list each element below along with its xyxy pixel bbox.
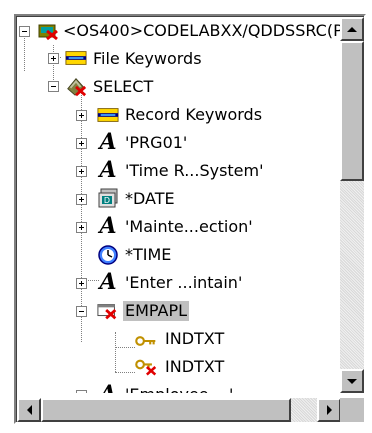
- tree-item-label: 'Time R...System': [125, 161, 264, 180]
- constant-text-icon: A: [97, 381, 119, 393]
- tree-item-time[interactable]: *TIME: [17, 241, 341, 269]
- expand-toggle[interactable]: [76, 110, 87, 121]
- tree-item-enter-maintain[interactable]: A 'Enter ...intain': [17, 269, 341, 297]
- key-icon: [135, 330, 157, 352]
- collapse-toggle[interactable]: [76, 306, 87, 317]
- tree-item-employee[interactable]: A 'Employee ...': [17, 381, 341, 393]
- tree-item-label: INDTXT: [165, 357, 225, 376]
- scroll-left-button[interactable]: [17, 398, 41, 422]
- tree-item-empapl[interactable]: EMPAPL: [17, 297, 341, 325]
- scroll-up-button[interactable]: [340, 17, 364, 41]
- tree-item-label: EMPAPL: [123, 301, 190, 321]
- vertical-scroll-thumb[interactable]: [340, 41, 364, 181]
- arrow-left-icon: [26, 405, 32, 415]
- tree-view-panel: <OS400>CODELABXX/QDDSSRC(P File Keywords: [14, 14, 366, 424]
- expand-toggle[interactable]: [76, 166, 87, 177]
- arrow-down-icon: [347, 378, 357, 384]
- expand-toggle[interactable]: [48, 53, 59, 64]
- expand-toggle[interactable]: [76, 194, 87, 205]
- tree-item-prg01[interactable]: A 'PRG01': [17, 129, 341, 157]
- tree-item-label: 'PRG01': [125, 133, 188, 152]
- keyword-folder-icon: [65, 47, 87, 69]
- date-field-icon: D: [97, 187, 119, 209]
- expand-toggle[interactable]: [76, 390, 87, 393]
- horizontal-scrollbar[interactable]: [17, 398, 341, 422]
- expand-toggle[interactable]: [76, 278, 87, 289]
- constant-text-icon: A: [99, 213, 117, 239]
- clock-icon: [97, 244, 119, 266]
- constant-text-icon: A: [99, 129, 117, 155]
- expand-toggle[interactable]: [76, 138, 87, 149]
- vertical-scrollbar[interactable]: [340, 17, 364, 393]
- arrow-right-icon: [326, 405, 332, 415]
- scrollbar-corner: [340, 398, 364, 422]
- tree-item-date[interactable]: D *DATE: [17, 185, 341, 213]
- svg-text:D: D: [104, 196, 110, 205]
- tree-item-indtxt-key[interactable]: INDTXT: [17, 325, 341, 353]
- constant-text-icon: A: [99, 157, 117, 183]
- tree-item-time-system[interactable]: A 'Time R...System': [17, 157, 341, 185]
- tree-item-label: 'Enter ...intain': [125, 273, 243, 292]
- tree-item-label: INDTXT: [165, 329, 225, 348]
- collapse-toggle[interactable]: [48, 81, 59, 92]
- collapse-toggle[interactable]: [19, 26, 30, 37]
- tree-item-label: File Keywords: [93, 49, 202, 68]
- tree-view-border: <OS400>CODELABXX/QDDSSRC(P File Keywords: [16, 16, 364, 422]
- arrow-up-icon: [347, 26, 357, 32]
- tree-item-label: *DATE: [125, 189, 175, 208]
- tree-item-label: 'Mainte...ection': [125, 217, 253, 236]
- display-file-error-icon: [37, 20, 59, 42]
- outline-tree[interactable]: <OS400>CODELABXX/QDDSSRC(P File Keywords: [17, 17, 341, 393]
- tree-item-label: Record Keywords: [125, 105, 263, 124]
- expand-toggle[interactable]: [76, 222, 87, 233]
- key-error-icon: [135, 356, 157, 378]
- tree-item-record-keywords[interactable]: Record Keywords: [17, 101, 341, 129]
- tree-item-root[interactable]: <OS400>CODELABXX/QDDSSRC(P: [17, 17, 341, 45]
- keyword-folder-icon: [97, 104, 119, 126]
- scroll-down-button[interactable]: [340, 369, 364, 393]
- tree-item-indtxt-key-error[interactable]: INDTXT: [17, 353, 341, 381]
- horizontal-scroll-thumb[interactable]: [41, 398, 291, 422]
- tree-item-file-keywords[interactable]: File Keywords: [17, 45, 341, 73]
- tree-item-label: SELECT: [93, 77, 154, 96]
- tree-item-label: <OS400>CODELABXX/QDDSSRC(P: [63, 21, 341, 40]
- tree-item-label: *TIME: [125, 245, 172, 264]
- tree-item-select[interactable]: SELECT: [17, 73, 341, 101]
- tree-item-label: 'Employee ...': [123, 385, 235, 393]
- record-format-error-icon: [65, 75, 87, 97]
- scroll-right-button[interactable]: [317, 398, 341, 422]
- constant-text-icon: A: [99, 269, 117, 295]
- field-error-icon: [97, 300, 119, 322]
- tree-item-maintenance-selection[interactable]: A 'Mainte...ection': [17, 213, 341, 241]
